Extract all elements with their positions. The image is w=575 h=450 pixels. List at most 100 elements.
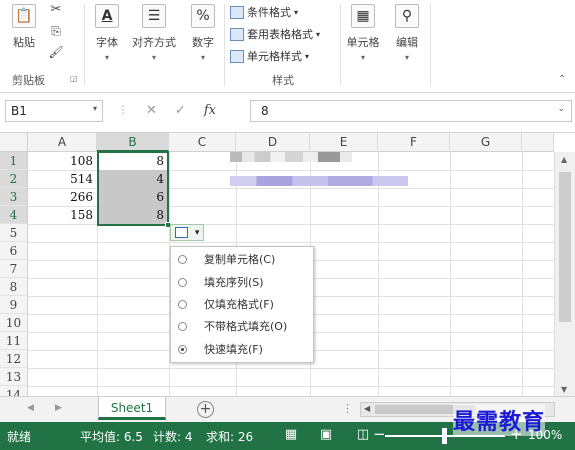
ribbon: 📋 粘贴 ✂ ⎘ 🖌 剪贴板 ◲ A 字体 ▾ ☰ 对齐方式 ▾ % 数字 ▾ …	[0, 0, 575, 93]
blurred-region	[230, 176, 408, 186]
scroll-down-icon[interactable]: ▼	[561, 385, 567, 394]
cell-a1[interactable]: 108	[28, 152, 97, 170]
column-header[interactable]: F	[378, 133, 450, 152]
sheet-tab-sheet1[interactable]: Sheet1	[98, 397, 166, 420]
radio-icon	[178, 277, 187, 287]
menu-item-fill-without-formatting[interactable]: 不带格式填充(O)	[171, 315, 313, 337]
cell-styles-button[interactable]: 单元格样式 ▾	[230, 46, 309, 66]
alignment-label: 对齐方式	[132, 36, 176, 49]
splitter-icon[interactable]: ⋮	[342, 402, 353, 415]
row-header[interactable]: 4	[0, 206, 28, 224]
row-header[interactable]: 2	[0, 170, 28, 188]
menu-item-fill-series[interactable]: 填充序列(S)	[171, 271, 313, 293]
prev-sheet-icon[interactable]: ◀	[27, 403, 34, 413]
normal-view-icon[interactable]: ▦	[283, 427, 299, 443]
dialog-launcher-icon[interactable]: ◲	[70, 74, 78, 83]
vertical-scrollbar[interactable]: ▲ ▼	[554, 152, 575, 397]
row-header[interactable]: 11	[0, 332, 28, 350]
row-header[interactable]: 12	[0, 350, 28, 368]
row-header[interactable]: 3	[0, 188, 28, 206]
scissors-icon: ✂	[50, 2, 62, 17]
insert-function-icon[interactable]: fx	[204, 103, 216, 118]
row-header[interactable]: 6	[0, 242, 28, 260]
row-header[interactable]: 10	[0, 314, 28, 332]
menu-item-copy-cells[interactable]: 复制单元格(C)	[171, 248, 313, 270]
select-all-corner[interactable]	[0, 133, 28, 152]
enter-icon[interactable]: ✓	[175, 103, 186, 118]
chevron-down-icon: ▾	[294, 7, 299, 17]
row-header[interactable]: 8	[0, 278, 28, 296]
column-header[interactable]: G	[450, 133, 522, 152]
chevron-down-icon: ▾	[305, 51, 310, 61]
menu-item-fill-formatting-only[interactable]: 仅填充格式(F)	[171, 293, 313, 315]
row-header[interactable]: 13	[0, 368, 28, 386]
selection-border	[97, 151, 169, 226]
table-format-icon	[230, 27, 244, 41]
page-layout-view-icon[interactable]: ▣	[318, 427, 334, 443]
column-header[interactable]: E	[310, 133, 378, 152]
formula-input[interactable]: 8 ⌄	[250, 100, 572, 122]
row-header[interactable]: 9	[0, 296, 28, 314]
format-as-table-button[interactable]: 套用表格格式 ▾	[230, 24, 320, 44]
next-sheet-icon[interactable]: ▶	[55, 403, 62, 413]
column-header[interactable]: B	[97, 133, 169, 152]
auto-fill-options-button[interactable]: ▾	[170, 224, 204, 241]
cell-style-icon	[230, 49, 244, 63]
conditional-format-button[interactable]: 条件格式 ▾	[230, 2, 298, 22]
name-box-value: B1	[11, 104, 27, 118]
conditional-format-icon	[230, 5, 244, 19]
expand-formula-icon[interactable]: ⌄	[557, 104, 565, 114]
binoculars-icon: ⚲	[395, 4, 419, 28]
font-label: 字体	[96, 36, 118, 49]
row-header[interactable]: 7	[0, 260, 28, 278]
add-sheet-icon[interactable]: +	[197, 401, 214, 418]
cells-icon: ▦	[351, 4, 375, 28]
name-box[interactable]: B1 ▾	[5, 100, 103, 122]
formula-buttons: ⋮ ✕ ✓ fx	[118, 103, 216, 118]
scroll-thumb[interactable]	[559, 172, 571, 322]
styles-group-label: 样式	[272, 74, 294, 87]
column-header[interactable]	[522, 133, 554, 152]
number-label: 数字	[192, 36, 214, 49]
cell-a4[interactable]: 158	[28, 206, 97, 224]
chevron-down-icon: ▾	[360, 53, 365, 62]
row-header[interactable]: 5	[0, 224, 28, 242]
row-header[interactable]: 1	[0, 152, 28, 170]
column-header[interactable]: D	[236, 133, 310, 152]
editing-button[interactable]: ⚲ 编辑 ▾	[390, 4, 424, 68]
cells-button[interactable]: ▦ 单元格 ▾	[344, 4, 382, 68]
font-button[interactable]: A 字体 ▾	[90, 4, 124, 68]
alignment-button[interactable]: ☰ 对齐方式 ▾	[128, 4, 180, 68]
blurred-region	[230, 152, 352, 162]
cell-a2[interactable]: 514	[28, 170, 97, 188]
column-header[interactable]: A	[28, 133, 97, 152]
auto-fill-options-menu: 复制单元格(C) 填充序列(S) 仅填充格式(F) 不带格式填充(O) 快速填充…	[170, 246, 314, 363]
zoom-slider-thumb[interactable]	[442, 428, 447, 444]
collapse-ribbon-icon[interactable]: ⌃	[558, 74, 566, 85]
menu-item-label: 不带格式填充(O)	[204, 320, 288, 333]
menu-item-label: 快速填充(F)	[204, 343, 263, 356]
align-icon: ☰	[142, 4, 166, 28]
chevron-down-icon: ▾	[104, 53, 109, 62]
radio-icon	[178, 321, 187, 331]
paste-icon: 📋	[12, 4, 36, 28]
cell-a3[interactable]: 266	[28, 188, 97, 206]
menu-item-label: 仅填充格式(F)	[204, 298, 274, 311]
divider	[340, 4, 341, 86]
paste-button[interactable]: 📋 粘贴	[6, 4, 42, 68]
scroll-up-icon[interactable]: ▲	[561, 155, 567, 164]
scroll-left-icon[interactable]: ◀	[364, 404, 370, 413]
cancel-icon[interactable]: ✕	[146, 103, 157, 118]
column-header[interactable]: C	[169, 133, 236, 152]
menu-item-flash-fill[interactable]: 快速填充(F)	[171, 338, 313, 360]
divider	[430, 4, 431, 86]
page-break-view-icon[interactable]: ◫	[355, 427, 371, 443]
chevron-down-icon[interactable]: ▾	[93, 104, 97, 113]
status-sum: 求和: 26	[206, 430, 254, 444]
number-button[interactable]: % 数字 ▾	[186, 4, 220, 68]
status-average: 平均值: 6.5	[80, 430, 143, 444]
formula-value: 8	[261, 104, 269, 118]
chevron-down-icon: ▾	[404, 53, 409, 62]
formula-bar: B1 ▾ ⋮ ✕ ✓ fx 8 ⌄	[0, 95, 575, 128]
zoom-out-icon[interactable]: −	[373, 425, 386, 443]
